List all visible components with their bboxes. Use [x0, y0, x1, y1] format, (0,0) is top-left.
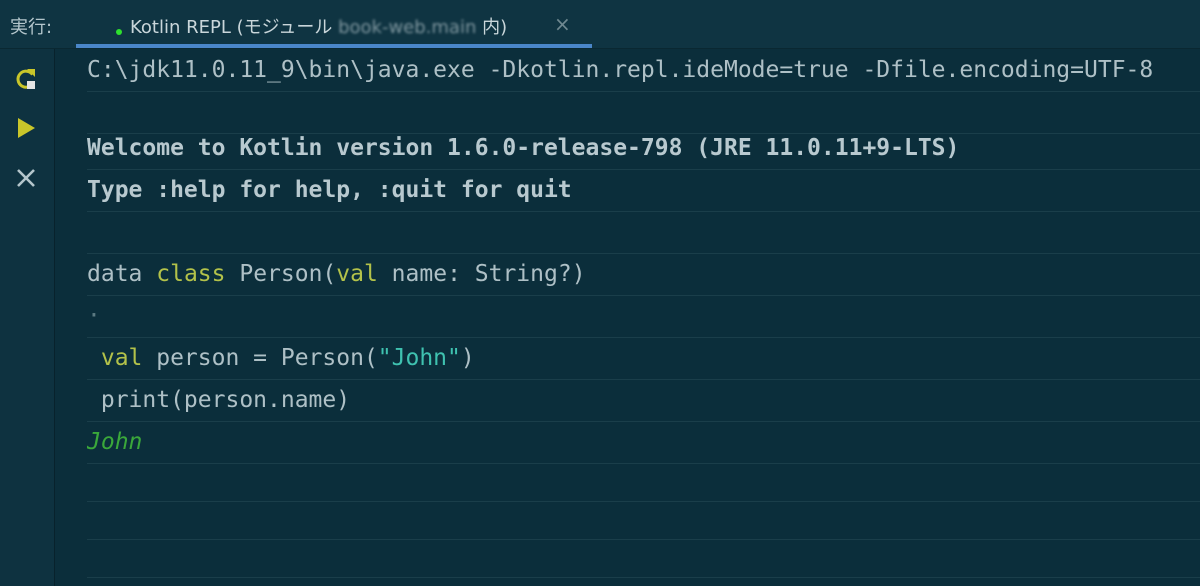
console-line-code1: data class Person(val name: String?) — [87, 253, 1200, 295]
run-icon — [18, 118, 35, 138]
run-button[interactable] — [11, 113, 41, 143]
tab-title: Kotlin REPL (モジュール book-web.main 内) — [130, 13, 507, 39]
run-tool-window-header: 実行: Kotlin REPL (モジュール book-web.main 内) … — [0, 0, 1200, 49]
stop-icon — [17, 169, 35, 187]
console-line-output: John — [87, 429, 143, 455]
whitespace-dot: · — [87, 303, 101, 329]
code-text: name: String?) — [377, 261, 586, 287]
tab-title-suffix: 内) — [476, 17, 508, 38]
repl-console[interactable]: C:\jdk11.0.11_9\bin\java.exe -Dkotlin.re… — [55, 49, 1200, 586]
rerun-icon — [16, 69, 35, 89]
run-label: 実行: — [10, 17, 53, 38]
running-indicator-icon — [116, 29, 122, 35]
tab-title-prefix: Kotlin REPL (モジュール — [130, 17, 339, 38]
line-separator — [87, 91, 1200, 92]
code-text: Person( — [225, 261, 337, 287]
line-separator — [87, 539, 1200, 540]
keyword-class: class — [156, 261, 226, 287]
console-line-command: C:\jdk11.0.11_9\bin\java.exe -Dkotlin.re… — [87, 57, 1154, 83]
stop-button[interactable] — [11, 163, 41, 193]
tab-kotlin-repl[interactable]: Kotlin REPL (モジュール book-web.main 内) × — [76, 0, 592, 48]
console-line-welcome: Welcome to Kotlin version 1.6.0-release-… — [87, 135, 960, 161]
code-text: data — [87, 261, 157, 287]
console-line-code3: print(person.name) — [87, 387, 351, 413]
tab-module-name: book-web.main — [338, 17, 477, 38]
keyword-val: val — [87, 345, 143, 371]
tab-active-underline — [76, 44, 592, 48]
console-line-help: Type :help for help, :quit for quit — [87, 177, 572, 203]
run-toolbar — [0, 49, 55, 586]
code-text: ) — [460, 345, 475, 371]
tab-close-icon[interactable]: × — [554, 12, 571, 36]
line-separator — [87, 463, 1200, 464]
code-text: person = Person( — [142, 345, 378, 371]
line-separator — [87, 577, 1200, 578]
rerun-button[interactable] — [11, 64, 41, 94]
console-line-blank: · — [87, 295, 1200, 337]
string-literal: "John" — [377, 345, 461, 371]
line-separator — [87, 501, 1200, 502]
line-separator — [87, 211, 1200, 212]
keyword-val: val — [336, 261, 378, 287]
console-line-code2: val person = Person("John") — [87, 337, 1200, 379]
